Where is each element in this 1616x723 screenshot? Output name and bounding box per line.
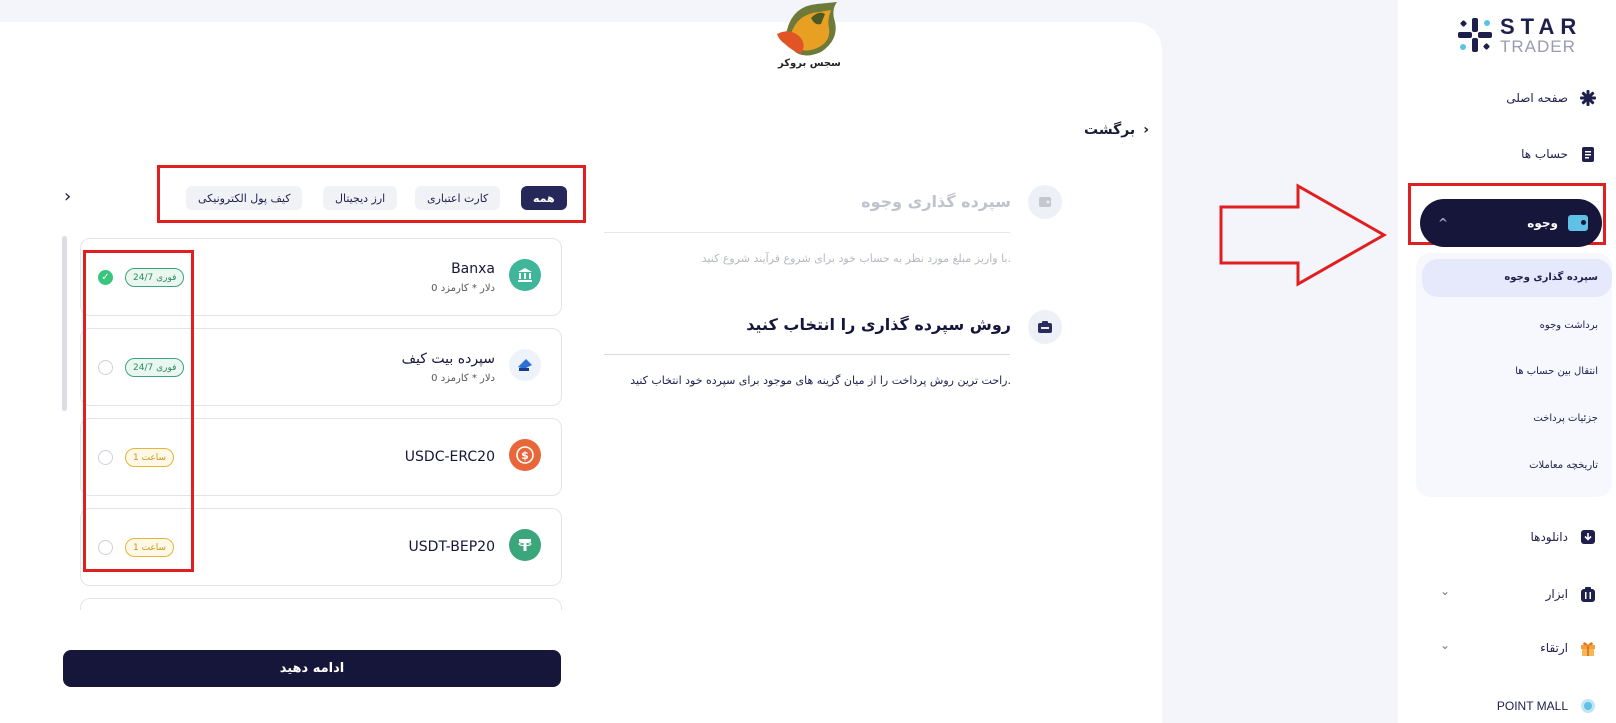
chevron-right-icon[interactable]: › [64, 186, 71, 207]
sidebar: STAR TRADER صفحه اصلی حساب ها ^ وجوه سپر… [1398, 0, 1616, 723]
method-name: USDT-BEP20 [408, 539, 495, 555]
sidebar-item-label: دانلودها [1530, 530, 1568, 544]
broker-name: سجس بروکر [778, 58, 841, 69]
method-fee: 0 دلار * کارمزد [431, 373, 495, 384]
logo-text-trader: TRADER [1500, 37, 1576, 56]
back-button[interactable]: برگشت › [1084, 122, 1149, 138]
gift-icon [1578, 638, 1598, 658]
method-name: Banxa [451, 261, 495, 277]
tether-icon [509, 529, 541, 561]
filter-credit-card[interactable]: کارت اعتباری [415, 186, 501, 210]
back-label: برگشت [1084, 122, 1136, 138]
method-name: سپرده بیت کیف [401, 351, 495, 367]
sidebar-item-upgrade[interactable]: ارتقاء [1540, 636, 1598, 660]
sidebar-item-home[interactable]: صفحه اصلی [1506, 86, 1598, 110]
sidebar-item-label: ابزار [1545, 587, 1568, 601]
star-logo-icon [1458, 18, 1492, 52]
chevron-up-icon: ^ [1438, 216, 1449, 230]
wallet-step-icon [1028, 185, 1062, 219]
point-mall-icon [1578, 696, 1598, 716]
continue-button[interactable]: ادامه دهید [63, 650, 561, 687]
funds-submenu: سپرده گذاری وجوه برداشت وجوه انتقال بین … [1416, 253, 1612, 497]
star-icon [1578, 88, 1598, 108]
sidebar-item-tools[interactable]: ابزار [1546, 582, 1598, 606]
divider [604, 354, 1010, 355]
filter-crypto[interactable]: ارز دیجیتال [323, 186, 398, 210]
bank-icon [509, 259, 541, 291]
submenu-payment-details[interactable]: جزئیات پرداخت [1533, 413, 1598, 424]
method-fee: 0 دلار * کارمزد [431, 283, 495, 294]
clipboard-icon [1578, 144, 1598, 164]
badge-highlight-box [83, 250, 194, 572]
deposit-title: سپرده گذاری وجوه [861, 192, 1011, 211]
divider [604, 232, 1010, 233]
method-title: روش سپرده گذاری را انتخاب کنید [746, 315, 1011, 334]
payment-method-partial[interactable] [80, 598, 562, 610]
deposit-description: با واریز مبلغ مورد نظر به حساب خود برای … [701, 252, 1011, 265]
scrollbar[interactable] [62, 236, 67, 411]
sidebar-item-point-mall[interactable]: POINT MALL [1497, 694, 1598, 718]
chevron-down-icon[interactable]: ⌄ [1440, 584, 1450, 598]
wallet-icon [1568, 215, 1588, 231]
filter-all[interactable]: همه [521, 186, 567, 210]
chevron-right-icon: › [1143, 122, 1149, 138]
sidebar-item-accounts[interactable]: حساب ها [1521, 142, 1598, 166]
sidebar-item-label: حساب ها [1521, 147, 1568, 161]
method-name: USDC-ERC20 [404, 449, 495, 465]
download-icon [1578, 527, 1598, 547]
filter-ewallet[interactable]: کیف پول الکترونیکی [186, 186, 303, 210]
sidebar-item-label: ارتقاء [1540, 641, 1568, 655]
usdc-icon: $ [509, 439, 541, 471]
submenu-deposit[interactable]: سپرده گذاری وجوه [1504, 272, 1598, 283]
sidebar-item-label: POINT MALL [1496, 699, 1568, 713]
sidebar-item-label: صفحه اصلی [1506, 91, 1568, 105]
svg-text:$: $ [521, 449, 529, 462]
sidebar-item-downloads[interactable]: دانلودها [1530, 525, 1598, 549]
annotation-arrow-icon [1219, 183, 1388, 287]
bitkif-icon [509, 349, 541, 381]
submenu-withdraw[interactable]: برداشت وجوه [1540, 320, 1598, 331]
submenu-transfer[interactable]: انتقال بین حساب ها [1515, 366, 1598, 377]
star-trader-logo: STAR TRADER [1456, 12, 1586, 58]
chevron-down-icon[interactable]: ⌄ [1440, 638, 1450, 652]
method-step-icon [1028, 310, 1062, 344]
sidebar-item-label: وجوه [1527, 216, 1558, 230]
toolbox-icon [1578, 584, 1598, 604]
submenu-transaction-history[interactable]: تاریخچه معاملات [1529, 460, 1598, 471]
sidebar-item-funds[interactable]: ^ وجوه [1420, 199, 1602, 247]
method-description: راحت ترین روش پرداخت را از میان گزینه ها… [630, 374, 1011, 387]
